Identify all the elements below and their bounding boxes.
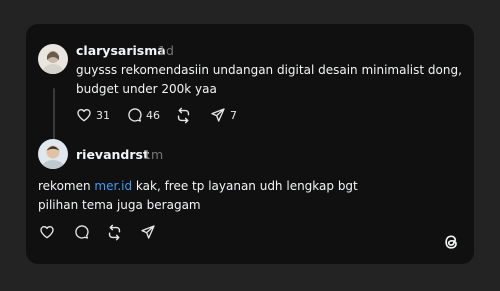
reply-text-line: rekomen mer.id kak, free tp layanan udh …: [38, 177, 358, 196]
mention-link[interactable]: mer.id: [94, 179, 132, 193]
avatar-image: [38, 139, 68, 169]
reply-body: rekomen mer.id kak, free tp layanan udh …: [38, 177, 358, 215]
avatar-clarysarisma[interactable]: [38, 44, 68, 74]
reply-button[interactable]: 46: [126, 105, 160, 125]
avatar-image: [38, 44, 68, 74]
threads-logo-icon: [445, 235, 457, 249]
like-count: 31: [96, 108, 110, 122]
post-text-line: budget under 200k yaa: [76, 82, 217, 96]
post-username[interactable]: clarysarisma: [76, 43, 166, 58]
post-timestamp: 1d: [158, 43, 174, 58]
reply-text-prefix: rekomen: [38, 179, 95, 193]
repost-icon: [108, 224, 121, 240]
threads-post-card: clarysarisma 1d guysss rekomendasiin und…: [26, 24, 474, 264]
reply-text-suffix: kak, free tp layanan udh lengkap bgt: [132, 179, 358, 193]
repost-button[interactable]: [175, 105, 192, 125]
like-button[interactable]: 31: [76, 105, 110, 125]
reply-timestamp: 1m: [143, 147, 164, 162]
reply-repost-button[interactable]: [106, 222, 123, 242]
share-icon: [211, 108, 225, 122]
comment-icon: [75, 225, 89, 239]
heart-icon: [40, 226, 54, 239]
share-icon: [141, 225, 155, 239]
reply-username[interactable]: rievandrst: [76, 147, 149, 162]
reply-share-button[interactable]: [140, 222, 156, 242]
reply-comment-button[interactable]: [73, 222, 89, 242]
heart-icon: [77, 109, 91, 122]
share-button[interactable]: 7: [210, 105, 237, 125]
reply-count: 46: [146, 108, 160, 122]
threads-logo-icon[interactable]: [441, 232, 461, 252]
post-text-line: guysss rekomendasiin undangan digital de…: [76, 63, 462, 77]
post-body: guysss rekomendasiin undangan digital de…: [76, 61, 462, 99]
share-count: 7: [230, 108, 237, 122]
avatar-rievandrst[interactable]: [38, 139, 68, 169]
reply-like-button[interactable]: [39, 222, 55, 242]
repost-icon: [177, 107, 190, 123]
comment-icon: [128, 108, 142, 122]
reply-text-line: pilihan tema juga beragam: [38, 198, 201, 212]
